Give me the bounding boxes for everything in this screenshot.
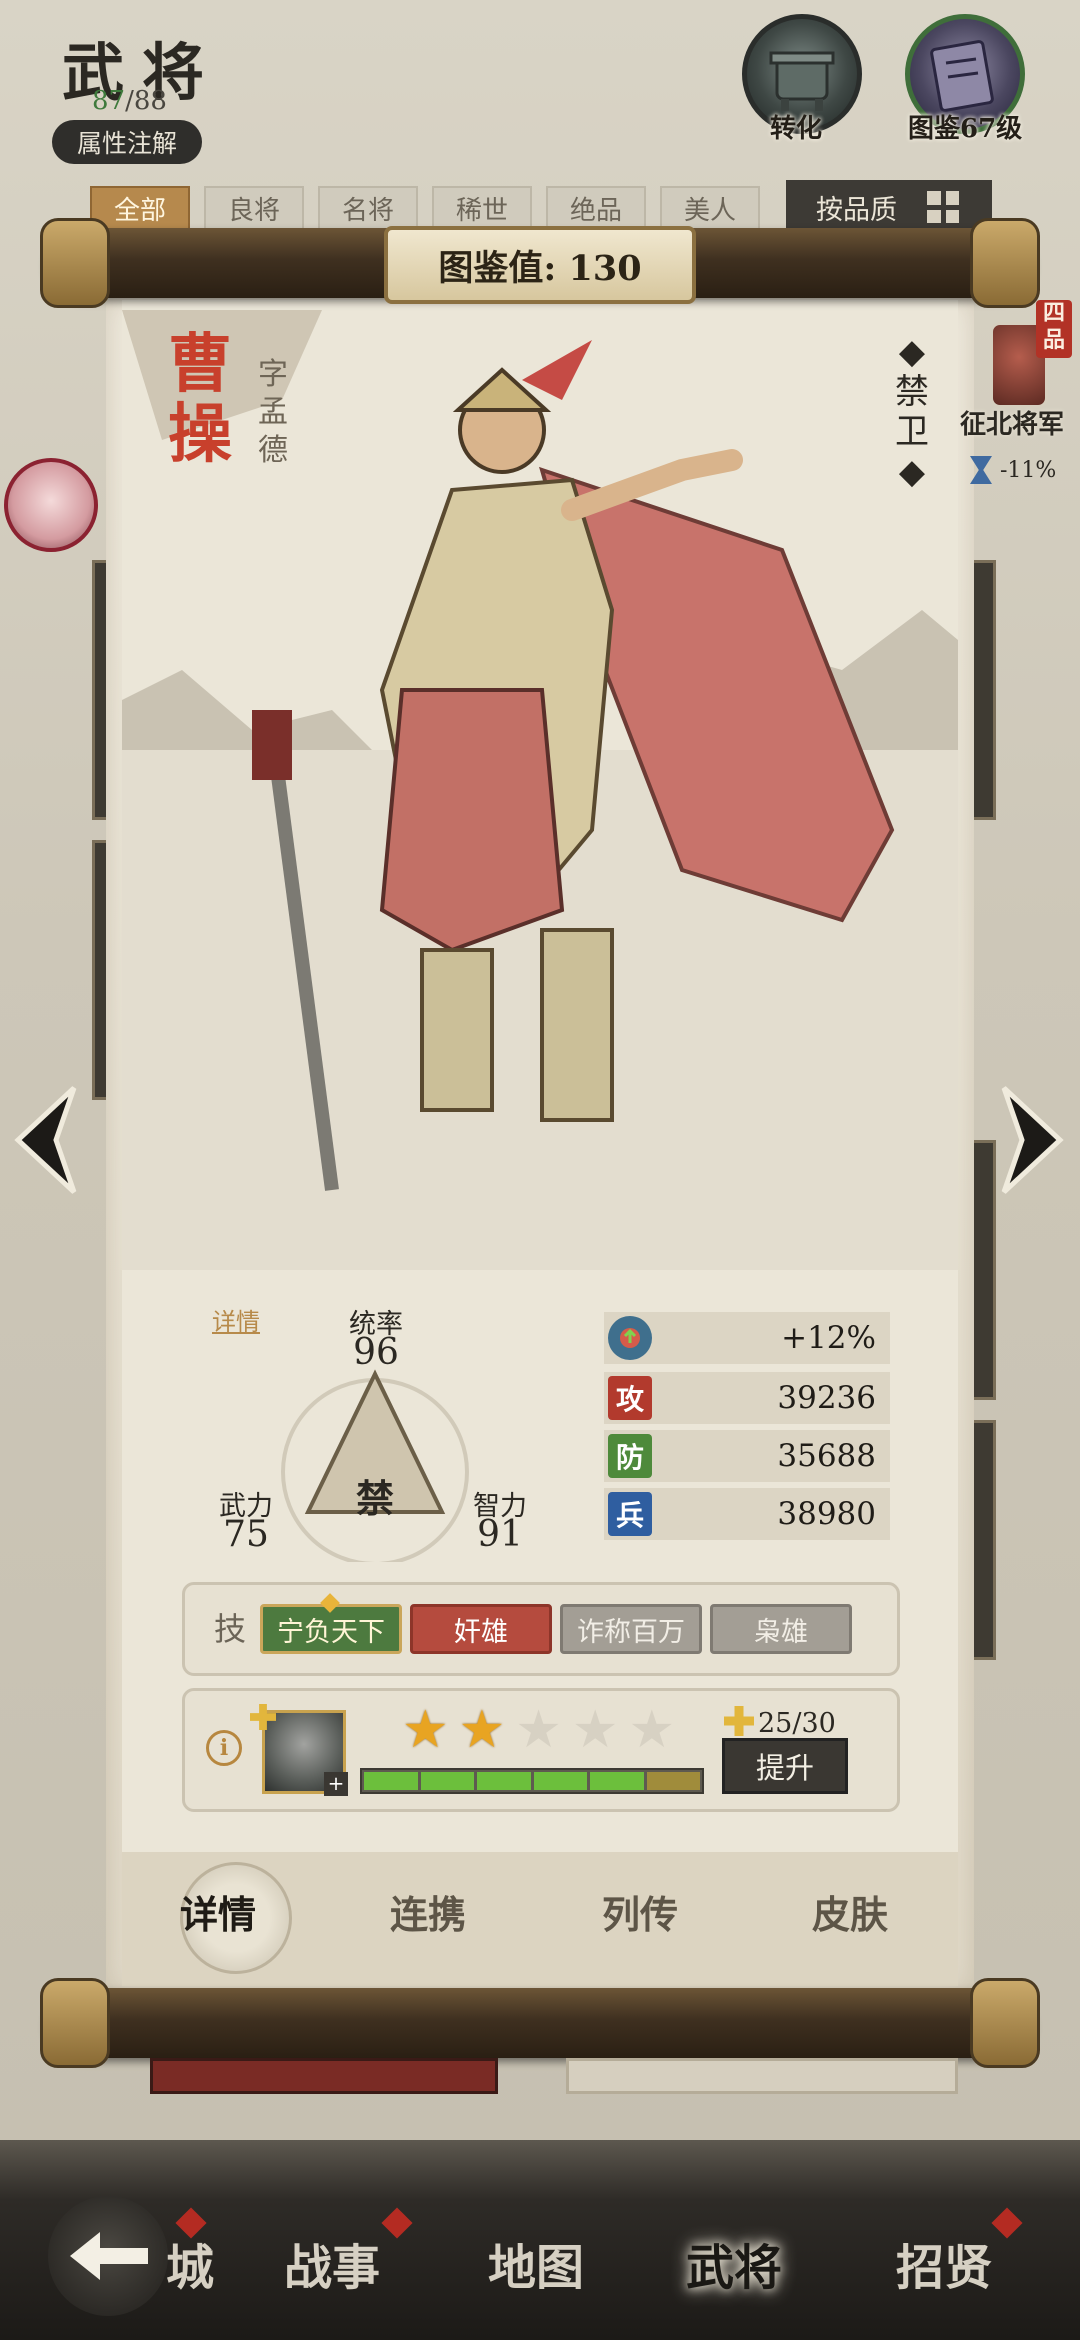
progress-segment xyxy=(646,1772,700,1790)
codex-value-plaque: 图鉴值: 130 xyxy=(384,226,696,304)
stat-triangle xyxy=(281,1369,469,1562)
tab-details[interactable]: 详情 xyxy=(180,1884,256,1939)
attack-row: 攻 39236 xyxy=(604,1372,890,1424)
bonus-icon xyxy=(608,1316,652,1360)
star-progress-bar xyxy=(360,1768,704,1794)
defense-icon: 防 xyxy=(608,1434,652,1478)
card-edge-bottom xyxy=(150,2058,498,2094)
hourglass-icon xyxy=(970,456,992,484)
star-icon: ★ xyxy=(515,1700,562,1760)
previous-arrow-icon[interactable] xyxy=(4,1080,84,1200)
troops-value: 38980 xyxy=(777,1496,876,1532)
unit-type-char: 卫 xyxy=(895,412,929,452)
star-icon: ★ xyxy=(628,1700,676,1760)
attack-icon: 攻 xyxy=(608,1376,652,1420)
star-icon: ★ xyxy=(402,1700,449,1760)
progress-segment xyxy=(477,1772,531,1790)
troops-row: 兵 38980 xyxy=(604,1488,890,1540)
general-name: 曹 操 xyxy=(168,330,232,470)
unit-type-char: 禁 xyxy=(895,372,929,412)
filter-tab-supreme[interactable]: 绝品 xyxy=(546,186,646,230)
filter-tab-good[interactable]: 良将 xyxy=(204,186,304,230)
companion-avatar[interactable] xyxy=(4,458,98,552)
add-icon[interactable]: + xyxy=(324,1772,348,1796)
intellect-value: 91 xyxy=(477,1514,523,1555)
back-arrow-icon xyxy=(70,2232,148,2280)
force-value: 75 xyxy=(223,1514,269,1555)
diamond-icon: ◆ xyxy=(898,332,926,372)
total-count: /88 xyxy=(125,86,167,116)
codex-level-label: 图鉴67级 xyxy=(908,114,1023,144)
bonus-value: +12% xyxy=(781,1320,876,1356)
progress-segment xyxy=(590,1772,644,1790)
attribute-notes-button[interactable]: 属性注解 xyxy=(52,120,202,164)
courtesy-char: 字 xyxy=(258,357,288,392)
filter-tab-beauty[interactable]: 美人 xyxy=(660,186,760,230)
upgrade-button[interactable]: 提升 xyxy=(722,1738,848,1794)
unit-type: ◆ 禁 卫 ◆ xyxy=(892,332,932,492)
defense-value: 35688 xyxy=(777,1438,876,1474)
skills-label: 技 xyxy=(214,1610,247,1648)
name-char: 曹 xyxy=(168,327,232,402)
progress-segment xyxy=(420,1772,474,1790)
tab-synergy[interactable]: 连携 xyxy=(390,1884,466,1939)
skill-3[interactable]: 诈称百万 xyxy=(560,1604,702,1654)
skill-2[interactable]: 奸雄 xyxy=(410,1604,552,1654)
courtesy-char: 孟 xyxy=(258,395,288,430)
quality-filter-tabs: 全部 良将 名将 稀世 绝品 美人 xyxy=(90,186,760,230)
title-modifier: -11% xyxy=(970,456,1056,484)
scroll-cap-right xyxy=(970,1978,1040,2068)
progress-segment xyxy=(533,1772,587,1790)
back-button[interactable] xyxy=(48,2196,168,2316)
scroll-rod-bottom xyxy=(46,1988,1034,2058)
next-arrow-icon[interactable] xyxy=(994,1080,1074,1200)
filter-tab-famous[interactable]: 名将 xyxy=(318,186,418,230)
convert-label: 转化 xyxy=(770,114,823,144)
command-value: 96 xyxy=(353,1332,399,1373)
sort-by-quality-button[interactable]: 按品质 xyxy=(786,180,992,234)
card-edge-bottom xyxy=(566,2058,958,2094)
nav-battle[interactable]: 战事 xyxy=(284,2228,380,2298)
rank-char: 四 xyxy=(1042,300,1065,326)
stats-detail-link[interactable]: 详情 xyxy=(212,1302,260,1337)
name-char: 操 xyxy=(168,397,232,472)
scroll-cap-left xyxy=(40,218,110,308)
troops-icon: 兵 xyxy=(608,1492,652,1536)
progress-segment xyxy=(364,1772,418,1790)
star-rating: ★ ★ ★ ★ ★ xyxy=(402,1704,675,1756)
general-count: 87/88 xyxy=(92,86,167,116)
general-illustration xyxy=(122,310,958,1270)
scroll-cap-left xyxy=(40,1978,110,2068)
star-icon: ★ xyxy=(571,1700,619,1760)
filter-tab-rare[interactable]: 稀世 xyxy=(432,186,532,230)
tab-skins[interactable]: 皮肤 xyxy=(812,1884,888,1939)
nav-generals[interactable]: 武将 xyxy=(686,2228,782,2298)
attack-value: 39236 xyxy=(777,1380,876,1416)
star-icon: ★ xyxy=(458,1700,506,1760)
courtesy-name: 字 孟 德 xyxy=(258,356,288,470)
sort-label: 按品质 xyxy=(816,194,897,226)
rank-char: 品 xyxy=(1042,327,1065,353)
skill-4[interactable]: 枭雄 xyxy=(710,1604,852,1654)
grid-icon xyxy=(927,191,959,223)
tab-biography[interactable]: 列传 xyxy=(602,1884,678,1939)
bonus-row: +12% xyxy=(604,1312,890,1364)
nav-map[interactable]: 地图 xyxy=(488,2228,584,2298)
courtesy-char: 德 xyxy=(258,433,288,468)
nav-recruit[interactable]: 招贤 xyxy=(896,2228,992,2298)
general-portrait[interactable] xyxy=(122,310,958,1270)
info-icon[interactable]: i xyxy=(206,1730,242,1766)
defense-row: 防 35688 xyxy=(604,1430,890,1482)
modifier-value: -11% xyxy=(1000,457,1057,483)
rank-badge: 四 品 xyxy=(1036,300,1072,358)
official-title[interactable]: 征北将军 xyxy=(960,404,1064,441)
owned-count: 87 xyxy=(92,86,126,116)
fragment-count: 25/30 xyxy=(758,1708,836,1739)
diamond-icon: ◆ xyxy=(898,452,926,492)
scroll-cap-right xyxy=(970,218,1040,308)
stat-center-char: 禁 xyxy=(355,1476,394,1521)
